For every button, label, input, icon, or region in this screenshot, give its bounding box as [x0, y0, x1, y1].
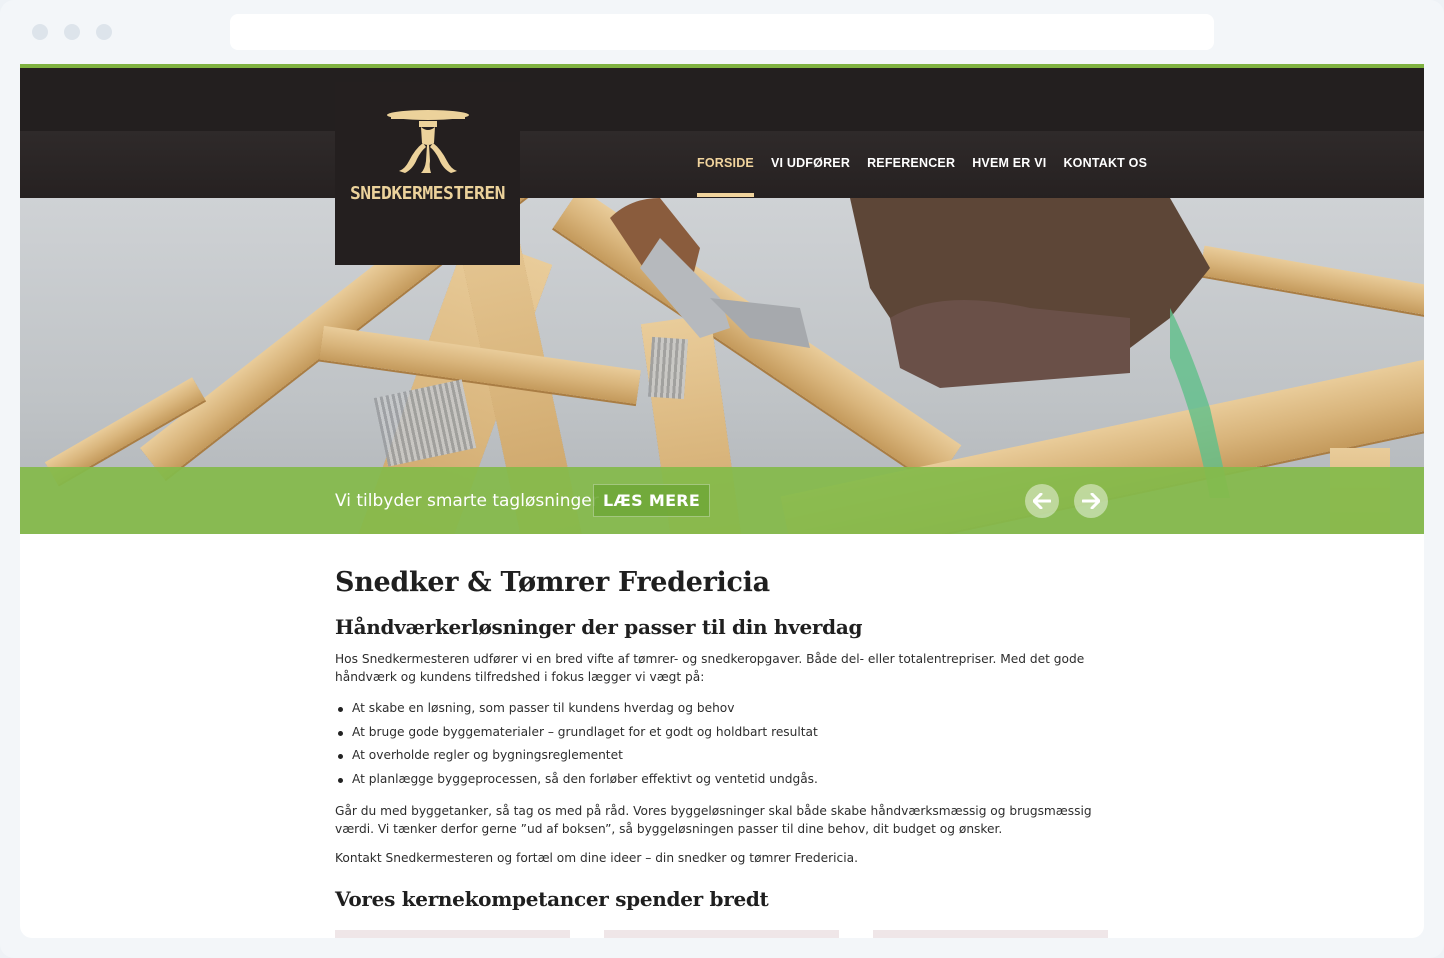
main-navigation: FORSIDE VI UDFØRER REFERENCER HVEM ER VI…	[697, 156, 1147, 197]
page-subtitle: Håndværkerløsninger der passer til din h…	[335, 615, 863, 639]
nav-item-hvem-er-vi[interactable]: HVEM ER VI	[972, 156, 1046, 196]
minimize-window-icon[interactable]	[64, 24, 80, 40]
competence-card[interactable]	[604, 930, 839, 938]
nav-item-vi-udforer[interactable]: VI UDFØRER	[771, 156, 850, 196]
window-controls	[32, 24, 112, 40]
nav-item-forside[interactable]: FORSIDE	[697, 156, 754, 197]
slider-next-button[interactable]	[1074, 484, 1108, 518]
values-list: At skabe en løsning, som passer til kund…	[335, 697, 1115, 791]
page-title: Snedker & Tømrer Fredericia	[335, 567, 770, 598]
site-logo[interactable]: SNEDKERMESTEREN	[335, 82, 520, 265]
address-bar[interactable]	[230, 14, 1214, 50]
table-logo-icon	[386, 110, 469, 173]
hero-caption-bar: Vi tilbyder smarte tagløsninger LÆS MERE	[20, 467, 1424, 534]
hero-caption: Vi tilbyder smarte tagløsninger	[335, 491, 599, 511]
list-item: At skabe en løsning, som passer til kund…	[335, 697, 1115, 721]
header-top-strip	[20, 68, 1424, 131]
list-item: At overholde regler og bygningsreglement…	[335, 744, 1115, 768]
competence-card[interactable]	[873, 930, 1108, 938]
read-more-button[interactable]: LÆS MERE	[593, 484, 711, 517]
main-content: Snedker & Tømrer Fredericia Håndværkerlø…	[335, 567, 1115, 911]
arrow-left-icon	[1033, 493, 1051, 509]
page-viewport: SNEDKERMESTEREN FORSIDE VI UDFØRER REFER…	[20, 64, 1424, 938]
logo-wordmark: SNEDKERMESTEREN	[349, 183, 506, 204]
competences-heading: Vores kernekompetancer spender bredt	[335, 887, 769, 911]
competence-card[interactable]	[335, 930, 570, 938]
contact-paragraph: Kontakt Snedkermesteren og fortæl om din…	[335, 851, 858, 865]
browser-window: SNEDKERMESTEREN FORSIDE VI UDFØRER REFER…	[0, 0, 1444, 958]
maximize-window-icon[interactable]	[96, 24, 112, 40]
list-item: At planlægge byggeprocessen, så den forl…	[335, 768, 1115, 792]
arrow-right-icon	[1082, 493, 1100, 509]
competence-cards	[335, 930, 1110, 938]
list-item: At bruge gode byggematerialer – grundlag…	[335, 721, 1115, 745]
slider-prev-button[interactable]	[1025, 484, 1059, 518]
intro-paragraph: Hos Snedkermesteren udfører vi en bred v…	[335, 652, 1085, 684]
nav-item-referencer[interactable]: REFERENCER	[867, 156, 955, 196]
advice-paragraph: Går du med byggetanker, så tag os med på…	[335, 804, 1092, 836]
nav-item-kontakt-os[interactable]: KONTAKT OS	[1063, 156, 1147, 196]
close-window-icon[interactable]	[32, 24, 48, 40]
